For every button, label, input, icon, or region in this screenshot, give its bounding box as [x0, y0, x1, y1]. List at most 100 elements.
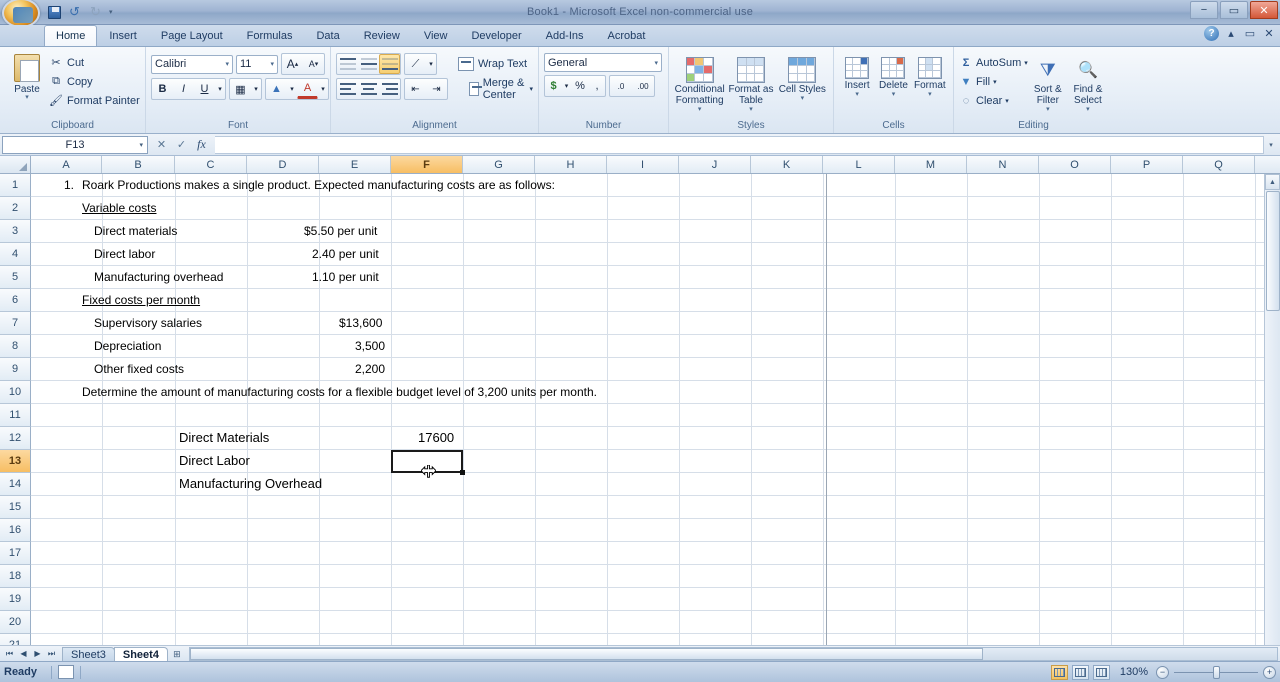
- row-header-1[interactable]: 1: [0, 174, 31, 197]
- align-left-button[interactable]: [337, 79, 358, 99]
- cell-selection-F13[interactable]: [391, 450, 463, 473]
- accounting-chevron-icon[interactable]: ▾: [562, 76, 571, 96]
- chevron-down-icon[interactable]: ▾: [698, 106, 702, 113]
- minimize-button[interactable]: −: [1190, 1, 1218, 19]
- format-as-table-button[interactable]: Format as Table ▾: [725, 54, 776, 113]
- zoom-out-button[interactable]: −: [1156, 666, 1169, 679]
- number-format-combo[interactable]: General ▾: [544, 53, 662, 72]
- font-color-chevron-icon[interactable]: ▾: [318, 79, 328, 99]
- sort-filter-button[interactable]: ⧩ Sort & Filter ▾: [1028, 54, 1068, 113]
- row-header-13[interactable]: 13: [0, 450, 31, 473]
- copy-button[interactable]: ⧉ Copy: [49, 73, 140, 90]
- column-header-P[interactable]: P: [1111, 156, 1183, 173]
- orientation-chevron-icon[interactable]: ▾: [426, 54, 436, 74]
- close-button[interactable]: ✕: [1250, 1, 1278, 19]
- row-header-9[interactable]: 9: [0, 358, 31, 381]
- decrease-decimal-button[interactable]: .00: [632, 76, 654, 96]
- column-header-B[interactable]: B: [102, 156, 175, 173]
- increase-indent-button[interactable]: ⇥: [426, 79, 447, 99]
- middle-align-button[interactable]: [358, 54, 379, 74]
- fill-color-button[interactable]: ▲: [266, 79, 287, 99]
- scroll-up-button[interactable]: ▲: [1265, 174, 1280, 190]
- row-header-11[interactable]: 11: [0, 404, 31, 427]
- format-painter-button[interactable]: 🖌 Format Painter: [49, 92, 140, 109]
- column-header-H[interactable]: H: [535, 156, 607, 173]
- row-header-3[interactable]: 3: [0, 220, 31, 243]
- row-header-15[interactable]: 15: [0, 496, 31, 519]
- insert-cells-button[interactable]: Insert ▾: [839, 54, 875, 98]
- tab-formulas[interactable]: Formulas: [235, 25, 305, 46]
- row-header-2[interactable]: 2: [0, 197, 31, 220]
- column-header-M[interactable]: M: [895, 156, 967, 173]
- column-header-A[interactable]: A: [31, 156, 102, 173]
- horizontal-scroll-thumb[interactable]: [190, 648, 984, 660]
- column-header-K[interactable]: K: [751, 156, 823, 173]
- fill-handle[interactable]: [460, 470, 465, 475]
- column-header-G[interactable]: G: [463, 156, 535, 173]
- merge-chevron-icon[interactable]: ▾: [529, 85, 533, 93]
- row-header-18[interactable]: 18: [0, 565, 31, 588]
- expand-formula-bar-button[interactable]: ▾: [1264, 136, 1278, 154]
- orientation-button[interactable]: ⟋: [405, 54, 426, 74]
- wrap-text-button[interactable]: Wrap Text: [458, 54, 527, 75]
- autosum-button[interactable]: Σ AutoSum ▾: [959, 54, 1028, 72]
- borders-button[interactable]: ▦: [230, 79, 251, 99]
- row-header-17[interactable]: 17: [0, 542, 31, 565]
- cancel-formula-button[interactable]: ✕: [153, 136, 170, 153]
- record-macro-icon[interactable]: [58, 665, 74, 679]
- fill-color-chevron-icon[interactable]: ▾: [287, 79, 297, 99]
- column-header-D[interactable]: D: [247, 156, 319, 173]
- fill-button[interactable]: ▼ Fill ▾: [959, 73, 1028, 91]
- borders-chevron-icon[interactable]: ▾: [251, 79, 261, 99]
- percent-style-button[interactable]: %: [571, 76, 589, 96]
- underline-chevron-icon[interactable]: ▾: [215, 79, 225, 99]
- name-box[interactable]: F13 ▾: [2, 136, 148, 154]
- accounting-format-button[interactable]: $: [545, 76, 562, 96]
- underline-button[interactable]: U: [194, 79, 215, 99]
- align-center-button[interactable]: [358, 79, 379, 99]
- restore-workbook-button[interactable]: ▭: [1243, 27, 1257, 40]
- insert-worksheet-button[interactable]: ⊞: [167, 647, 187, 662]
- delete-cells-button[interactable]: Delete ▾: [875, 54, 911, 98]
- maximize-button[interactable]: ▭: [1220, 1, 1248, 19]
- column-header-N[interactable]: N: [967, 156, 1039, 173]
- page-break-view-button[interactable]: [1093, 665, 1110, 680]
- decrease-indent-button[interactable]: ⇤: [405, 79, 426, 99]
- row-header-8[interactable]: 8: [0, 335, 31, 358]
- row-header-19[interactable]: 19: [0, 588, 31, 611]
- row-header-20[interactable]: 20: [0, 611, 31, 634]
- zoom-track[interactable]: [1174, 672, 1258, 673]
- zoom-thumb[interactable]: [1213, 666, 1220, 679]
- row-header-6[interactable]: 6: [0, 289, 31, 312]
- select-all-button[interactable]: [0, 156, 31, 173]
- previous-sheet-button[interactable]: ◀: [17, 649, 30, 658]
- insert-function-button[interactable]: fx: [193, 136, 210, 153]
- clear-button[interactable]: ◌ Clear ▾: [959, 92, 1028, 110]
- first-sheet-button[interactable]: ⏮: [3, 649, 16, 659]
- tab-acrobat[interactable]: Acrobat: [596, 25, 658, 46]
- row-header-10[interactable]: 10: [0, 381, 31, 404]
- font-size-combo[interactable]: 11 ▾: [236, 55, 278, 74]
- tab-home[interactable]: Home: [44, 25, 97, 46]
- sheet-tab-sheet3[interactable]: Sheet3: [62, 647, 115, 662]
- column-header-C[interactable]: C: [175, 156, 247, 173]
- align-right-button[interactable]: [379, 79, 400, 99]
- row-header-21[interactable]: 21: [0, 634, 31, 645]
- cut-button[interactable]: ✂ Cut: [49, 54, 140, 71]
- bottom-align-button[interactable]: [379, 54, 400, 74]
- formula-input[interactable]: [215, 136, 1264, 154]
- next-sheet-button[interactable]: ▶: [31, 649, 44, 658]
- chevron-down-icon[interactable]: ▾: [993, 78, 997, 86]
- chevron-down-icon[interactable]: ▾: [892, 91, 896, 98]
- column-header-O[interactable]: O: [1039, 156, 1111, 173]
- shrink-font-button[interactable]: A▾: [303, 54, 324, 74]
- column-header-I[interactable]: I: [607, 156, 679, 173]
- column-header-Q[interactable]: Q: [1183, 156, 1255, 173]
- find-select-button[interactable]: 🔍 Find & Select ▾: [1068, 54, 1108, 113]
- row-header-7[interactable]: 7: [0, 312, 31, 335]
- column-header-E[interactable]: E: [319, 156, 391, 173]
- chevron-down-icon[interactable]: ▾: [1005, 97, 1009, 105]
- horizontal-scrollbar[interactable]: [189, 647, 1278, 661]
- vertical-scrollbar[interactable]: ▲: [1264, 174, 1280, 645]
- enter-formula-button[interactable]: ✓: [173, 136, 190, 153]
